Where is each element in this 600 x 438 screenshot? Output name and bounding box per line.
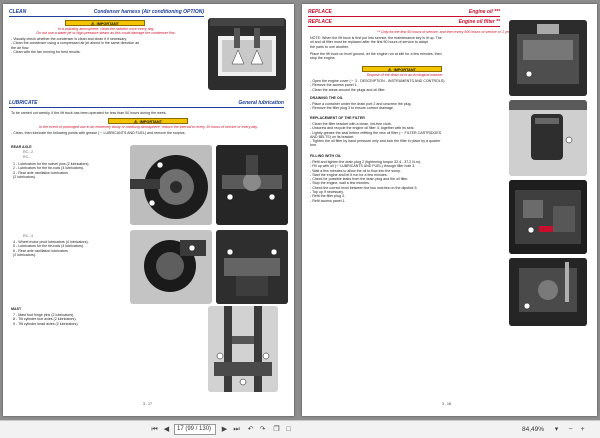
list-item: - Clean the areas around the plugs and o… [310,87,386,92]
front-axle-detail-photo [216,230,288,304]
front-axle-list: 4 - Wheel motor pivot lubricators (4 lub… [13,240,128,257]
rear-axle-ref-1: RC...2 [23,150,34,154]
lubricate-heading-title: LUBRICATE [9,100,38,106]
mast-illustration [208,306,278,392]
replacement-title: REPLACEMENT OF THE FILTER [310,116,365,120]
zoom-dropdown-icon[interactable]: ▾ [552,425,561,435]
engine-bay-photo [509,180,587,254]
next-page-icon[interactable]: ▶ [220,425,229,435]
filling-list: - Refit and tighten the drain plug 2 (ti… [310,160,510,203]
document-viewer[interactable]: CLEAN Condenser harness (Air conditionin… [0,0,600,420]
replace-note: NOTE: When the lift truck is first put i… [310,36,510,49]
lubricate-warning-label: IMPORTANT [139,120,162,124]
mast-list: 7 - Mast foot hinge pins (2 lubricators)… [13,313,128,326]
mast-photo [208,306,278,392]
replace-oil-heading: REPLACE Engine oil *** [308,8,500,17]
replace-heading-title: REPLACE [308,9,332,15]
replace-heading-sub: Engine oil *** [468,9,500,15]
replacement-list: - Clean the filter bracket with a clean,… [310,122,510,148]
rear-axle-detail-photo [216,145,288,225]
warning-triangle-icon: ⚠ [388,67,392,72]
engine-cover-photo [509,20,587,96]
clean-heading-sub: Condenser harness (Air conditioning OPTI… [93,9,204,15]
front-axle-photo [130,230,212,304]
rear-axle-ref-2: RC... [23,155,32,159]
engine-bay-illustration [509,180,587,254]
front-axle-ref: RC...4 [23,234,34,238]
fit-icon[interactable]: □ [284,425,293,435]
draining-title: DRAINING THE OIL [310,96,343,100]
zoom-out-icon[interactable]: − [566,425,575,435]
access-list: - Open the engine cover (☞ 3 - DESCRIPTI… [310,79,510,92]
prev-view-icon[interactable]: ↶ [246,425,255,435]
draining-list: - Place a container under the drain port… [310,102,510,111]
list-item: (2 lubricators). [13,174,36,179]
oil-filter-illustration [509,100,587,176]
zoom-in-icon[interactable]: + [578,425,587,435]
lubricate-heading-sub: General lubrication [238,100,284,106]
filling-title: FILLING WITH OIL [310,154,342,158]
right-page: REPLACE Engine oil *** REPLACE Engine oi… [302,4,597,416]
rear-axle-title: REAR AXLE [11,145,32,149]
list-item: 9 - Tilt cylinder head axles (2 lubricat… [13,321,79,326]
oil-filter-photo [509,100,587,176]
mast-title: MAST [11,307,22,311]
replace-heading2-sub: Engine oil filter ** [458,19,500,25]
rear-axle-wheel-photo [130,145,212,225]
first-page-icon[interactable]: ⏮ [150,425,159,435]
clean-heading: CLEAN Condenser harness (Air conditionin… [9,8,204,17]
clean-warning-line-2: Do not use a water jet or high-pressure … [36,31,176,36]
warning-triangle-icon: ⚠ [91,21,95,26]
list-item: - Refit access panel 1. [310,198,346,203]
drain-plug-illustration [509,258,587,326]
front-axle-detail-illustration [216,230,288,304]
wheel-illustration [130,145,212,225]
access-warning-badge: ⚠ IMPORTANT [362,66,442,72]
pdf-viewer-toolbar: ⏮ ◀ 17 (99 / 130) ▶ ⏭ ↶ ↷ ❐ □ 84,49% ▾ −… [0,420,600,438]
lubricate-warning-badge: ⚠ IMPORTANT [108,118,188,124]
zoom-level[interactable]: 84,49% [522,425,544,435]
page-number-input[interactable]: 17 (99 / 130) [174,424,216,435]
replace-place: Place the lift truck on level ground, le… [310,52,510,61]
lubricate-heading: LUBRICATE General lubrication [9,99,284,108]
warning-triangle-icon: ⚠ [134,119,138,124]
condenser-illustration [208,18,286,90]
replace-heading2-title: REPLACE [308,19,332,25]
note-line: the parts to one another. [310,44,349,49]
clean-warning-badge: ⚠ IMPORTANT [65,20,145,26]
clean-line: - Clean with the fan running for best re… [11,49,81,54]
right-page-number: 3 - 18 [442,402,451,406]
last-page-icon[interactable]: ⏭ [232,425,241,435]
condenser-photo [208,18,286,90]
clean-heading-title: CLEAN [9,9,27,15]
list-item: turn. [310,143,318,148]
front-axle-illustration [130,230,212,304]
engine-cover-illustration [509,20,587,96]
clean-instructions: - Visually check whether the condenser i… [11,37,211,54]
list-item: - Remove the filler plug 3 to ensure cor… [310,106,394,111]
prev-page-icon[interactable]: ◀ [162,425,171,435]
list-item: (2 lubricators). [13,252,36,257]
axle-detail-illustration [216,145,288,225]
replace-filter-heading: REPLACE Engine oil filter ** [308,18,500,27]
drain-plug-photo [509,258,587,326]
left-page-number: 3 - 17 [143,402,152,406]
copy-icon[interactable]: ❐ [272,425,281,435]
next-view-icon[interactable]: ↷ [258,425,267,435]
clean-warning-text: In a polluting atmosphere, clean the rad… [11,27,201,36]
lubricate-intro: To be carried out weekly, if the lift tr… [11,111,167,115]
clean-warning-label: IMPORTANT [96,22,119,26]
access-warning-text: Dispose of the drain oil in an ecologica… [366,73,444,77]
left-page: CLEAN Condenser harness (Air conditionin… [3,4,294,416]
lubricate-clean-line: - Clean, then lubricate the following po… [11,131,186,135]
lubricate-warning-text: In the event of prolonged use in an extr… [39,125,258,129]
place-line: stop the engine. [310,56,336,61]
access-warning-label: IMPORTANT [393,68,416,72]
rear-axle-list: 1 - Lubricators for the swivel pins (2 l… [13,162,123,179]
